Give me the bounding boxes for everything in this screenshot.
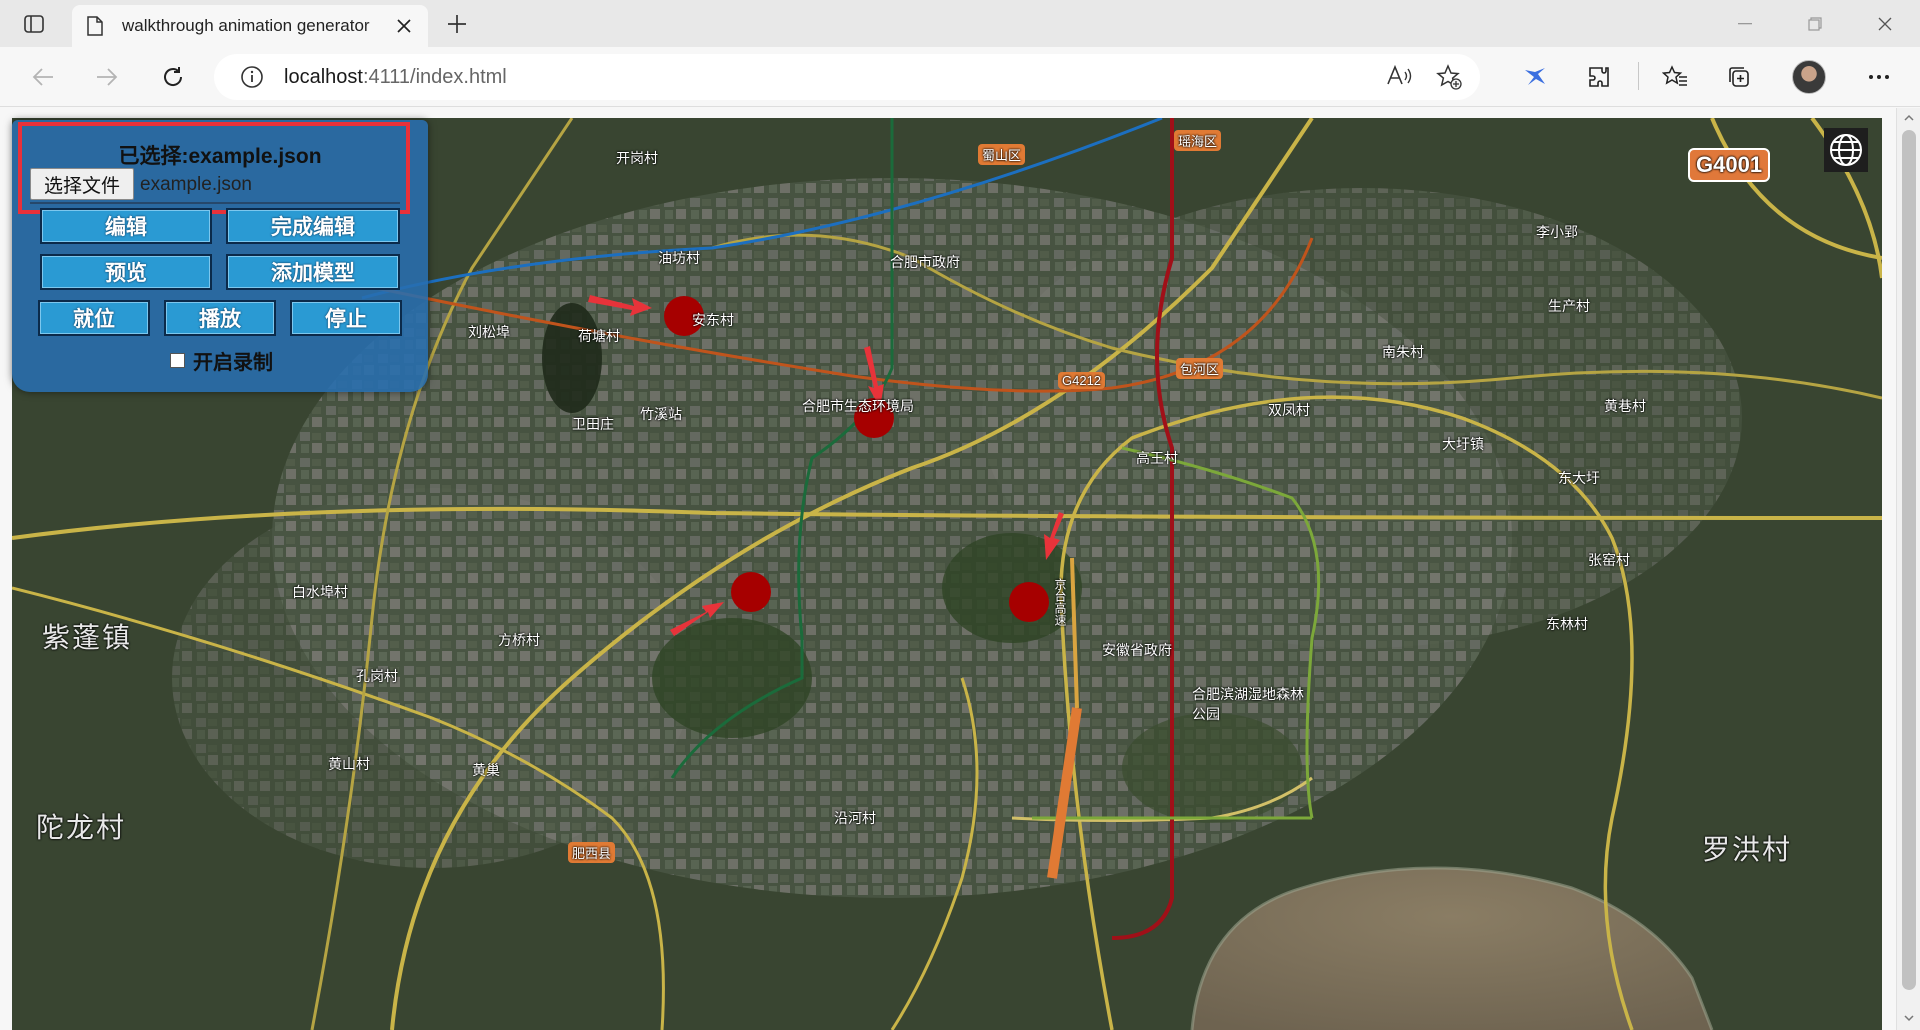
play-button[interactable]: 播放 (164, 300, 276, 336)
extensions-icon[interactable] (1584, 62, 1614, 92)
map-label: 安东村 (692, 312, 734, 328)
file-name-text: example.json (140, 174, 252, 195)
choose-file-button[interactable]: 选择文件 (30, 168, 134, 200)
site-info-icon[interactable] (240, 65, 264, 89)
map-label: 生产村 (1548, 298, 1590, 314)
record-checkbox[interactable] (170, 353, 185, 368)
highway-shield: G4001 (1688, 148, 1771, 182)
map-label: 刘松埠 (468, 324, 510, 340)
map-label: 孔岗村 (356, 668, 398, 684)
map-label: 紫蓬镇 (42, 622, 133, 653)
tab-title: walkthrough animation generator (122, 16, 370, 35)
stop-button[interactable]: 停止 (290, 300, 402, 336)
district-badge: 蜀山区 (978, 144, 1026, 165)
restore-icon[interactable] (1780, 0, 1850, 47)
edit-button[interactable]: 编辑 (40, 208, 212, 244)
selected-file-label: 已选择:example.json (118, 145, 322, 168)
finish-edit-button[interactable]: 完成编辑 (226, 208, 400, 244)
minimize-icon[interactable] (1710, 0, 1780, 47)
map-label: 合肥滨湖湿地森林公园 (1192, 686, 1304, 722)
favorites-icon[interactable] (1660, 62, 1690, 92)
scrollbar-thumb[interactable] (1902, 130, 1916, 990)
more-menu-icon[interactable] (1864, 62, 1894, 92)
map-label: 荷塘村 (578, 328, 620, 344)
highway-badge: G4212 (1058, 372, 1106, 389)
map-label: 合肥市生态环境局 (802, 398, 914, 414)
tab-bar: walkthrough animation generator (0, 0, 1920, 47)
map-label: 高王村 (1136, 450, 1178, 466)
map-label: 竹溪站 (640, 406, 682, 422)
map-label: 安徽省政府 (1102, 642, 1172, 658)
map-label: 方桥村 (498, 632, 540, 648)
close-window-icon[interactable] (1850, 0, 1920, 47)
map-label: 张窑村 (1588, 552, 1630, 568)
browser-toolbar: localhost:4111/index.html (0, 47, 1920, 107)
map-label: 卫田庄 (572, 416, 614, 432)
page-icon (87, 16, 103, 36)
map-label: 陀龙村 (36, 812, 127, 843)
marker-dot[interactable] (1009, 582, 1049, 622)
scroll-down-icon[interactable] (1903, 1012, 1915, 1024)
url-text: localhost:4111/index.html (284, 65, 507, 88)
back-icon[interactable] (28, 62, 58, 92)
collections-icon[interactable] (1724, 62, 1754, 92)
map-label: 沿河村 (834, 810, 876, 826)
add-model-button[interactable]: 添加模型 (226, 254, 400, 290)
record-label: 开启录制 (193, 352, 273, 374)
tab-actions-icon[interactable] (22, 12, 46, 36)
map-label: 黄巷村 (1604, 398, 1646, 414)
district-badge: 瑶海区 (1174, 130, 1222, 151)
marker-dot[interactable] (731, 572, 771, 612)
preview-button[interactable]: 预览 (40, 254, 212, 290)
record-toggle[interactable]: 开启录制 (170, 346, 273, 375)
map-label: 南朱村 (1382, 344, 1424, 360)
map-label: 罗洪村 (1702, 834, 1793, 865)
extension-bird-icon[interactable] (1520, 62, 1550, 92)
globe-icon[interactable] (1824, 128, 1868, 172)
address-bar[interactable]: localhost:4111/index.html (214, 54, 1480, 100)
profile-avatar[interactable] (1792, 60, 1826, 94)
map-label: 合肥市政府 (890, 254, 960, 270)
map-label: 开岗村 (616, 150, 658, 166)
map-label: 大圩镇 (1442, 436, 1484, 452)
reload-icon[interactable] (158, 62, 188, 92)
read-aloud-icon[interactable] (1386, 64, 1412, 88)
ready-button[interactable]: 就位 (38, 300, 150, 336)
new-tab-icon[interactable] (444, 11, 470, 37)
map-label: 黄巢 (472, 762, 500, 778)
forward-icon[interactable] (92, 62, 122, 92)
district-badge: 包河区 (1176, 358, 1224, 379)
map-label: 黄山村 (328, 756, 370, 772)
map-label: 李小郢 (1536, 224, 1578, 240)
file-divider (30, 202, 400, 204)
map-label: 东大圩 (1558, 470, 1600, 486)
close-tab-icon[interactable] (394, 16, 414, 36)
toolbar-separator (1638, 62, 1639, 90)
map-label: 白水埠村 (292, 584, 348, 600)
map-label: 京台高速 (1053, 578, 1067, 626)
map-label: 油坊村 (658, 250, 700, 266)
district-badge: 肥西县 (568, 842, 616, 863)
favorite-add-icon[interactable] (1436, 64, 1462, 90)
active-tab[interactable]: walkthrough animation generator (72, 5, 428, 47)
map-label: 双凤村 (1268, 402, 1310, 418)
map-label: 东林村 (1546, 616, 1588, 632)
page-scrollbar[interactable] (1896, 108, 1920, 1030)
scroll-up-icon[interactable] (1903, 112, 1915, 124)
